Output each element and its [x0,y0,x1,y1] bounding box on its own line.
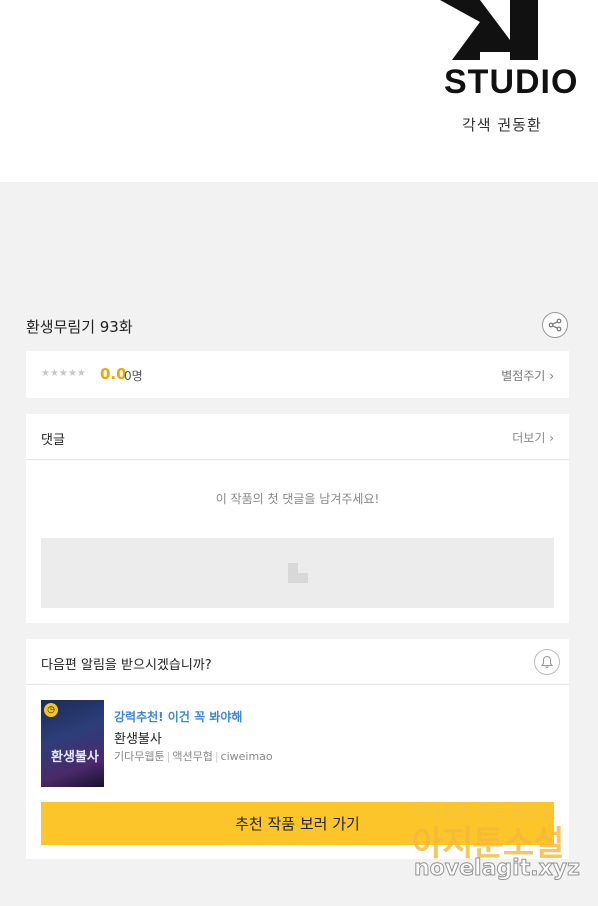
notify-question: 다음편 알림을 받으시겠습니까? [41,658,212,673]
watermark-line3: novelagit.xyz [414,856,581,882]
share-button[interactable] [542,312,568,338]
comments-title: 댓글 [41,433,65,448]
work-thumbnail[interactable]: ◷ 환생불사 [41,700,104,787]
rate-button[interactable]: 별점주기 › [501,367,554,384]
ad-placeholder[interactable] [41,538,554,608]
comments-card: 댓글 더보기 › 이 작품의 첫 댓글을 남겨주세요! [26,414,569,623]
genre-label: 액션무협 [172,750,213,763]
rating-count: 0명 [124,369,143,383]
rate-button-label: 별점주기 [501,369,546,383]
header-banner: STUDIO 각색 권동환 [0,0,598,182]
work-title[interactable]: 환생불사 [114,728,162,747]
rating-score: 0.0 [100,365,127,383]
notify-header: 다음편 알림을 받으시겠습니까? [26,639,569,685]
bell-icon [540,655,554,669]
meta-divider: | [166,750,171,763]
watermark: 국내최초 무료 웹소설 아지툰소설 novelagit.xyz [412,798,582,890]
chevron-right-icon: › [549,369,554,383]
share-icon [548,318,562,332]
more-comments-link[interactable]: 더보기 › [512,429,554,446]
studio-logo [440,0,538,60]
recommend-tag: 강력추천! 이건 꼭 봐야해 [114,710,243,724]
work-meta: 기다무웹툰 | 액션무협 | ciweimao [114,748,273,764]
studio-logo-text: STUDIO [444,63,579,101]
chevron-right-icon: › [549,431,554,445]
episode-title: 환생무림기 93화 [26,318,133,336]
clock-icon: ◷ [44,703,58,717]
adaptation-credit: 각색 권동환 [462,116,542,134]
meta-divider: | [214,750,219,763]
rating-stars: ★★★★★ [41,368,86,379]
comments-header: 댓글 더보기 › [26,414,569,460]
empty-comments-message: 이 작품의 첫 댓글을 남겨주세요! [215,492,380,506]
notify-bell-button[interactable] [534,649,560,675]
author-label: ciweimao [220,750,273,763]
genre-label: 기다무웹툰 [114,750,165,763]
image-placeholder-icon [288,563,308,583]
rating-card: ★★★★★ 0.0 0명 별점주기 › [26,351,569,398]
thumbnail-title-art: 환생불사 [51,750,99,765]
more-comments-label: 더보기 [512,431,546,445]
